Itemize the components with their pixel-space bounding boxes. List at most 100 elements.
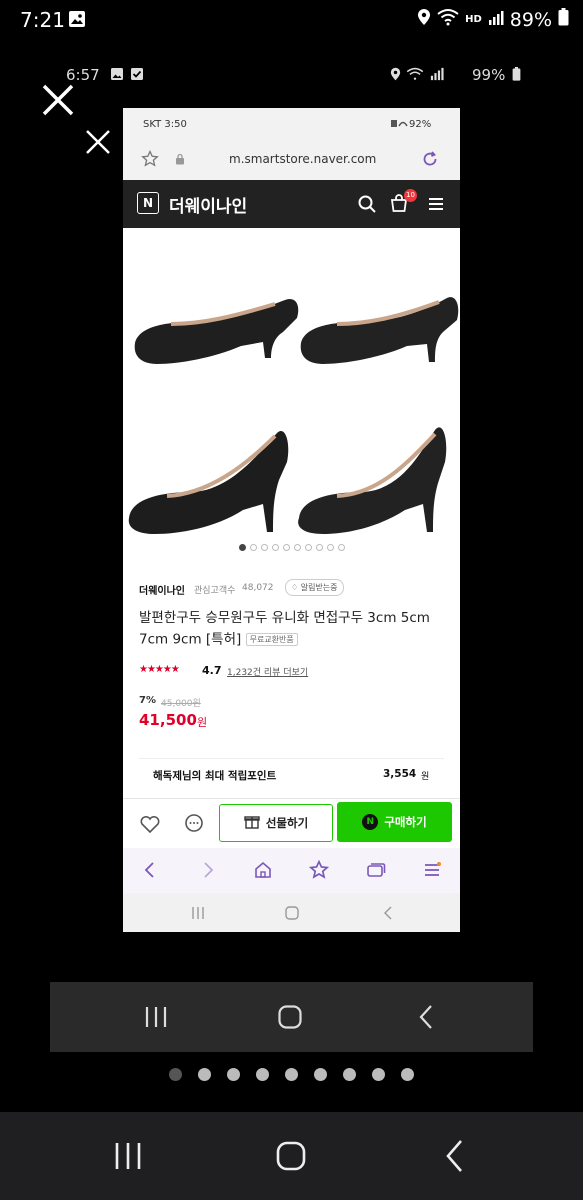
naver-pay-icon: N (362, 814, 379, 830)
gift-button[interactable]: 선물하기 (219, 804, 333, 842)
carousel-dot[interactable] (282, 544, 290, 551)
gift-button-label: 선물하기 (265, 816, 309, 830)
point-unit: 원 (421, 772, 430, 782)
back-icon[interactable] (418, 1004, 434, 1034)
home-icon[interactable] (254, 861, 272, 883)
location-icon (390, 67, 401, 85)
product-image[interactable] (123, 228, 460, 543)
status-right: HD 89% (417, 8, 569, 31)
recent-apps-icon[interactable] (114, 1141, 142, 1175)
rating-stars: ★★★★★ (139, 664, 180, 675)
browser-url-bar[interactable]: m.smartstore.naver.com (123, 140, 460, 181)
page-dot[interactable] (343, 1068, 356, 1081)
signal-icon (391, 117, 411, 132)
buy-button-label: 구매하기 (384, 815, 427, 829)
carousel-dot[interactable] (238, 544, 246, 551)
signal-icon (488, 9, 504, 31)
store-title[interactable]: 더웨이나인 (169, 192, 247, 217)
page-dot[interactable] (256, 1068, 269, 1081)
close-icon-secondary[interactable] (84, 128, 112, 160)
inner-status-time: 6:57 (66, 66, 100, 84)
browser-menu-icon[interactable] (423, 862, 441, 882)
inner-status-bar: 6:57 99% (60, 64, 530, 88)
product-title: 발편한구두 승무원구두 유니화 면접구두 3cm 5cm 7cm 9cm [특허… (139, 608, 444, 651)
carousel-dot[interactable] (249, 544, 257, 551)
free-return-badge: 무료교환반품 (245, 633, 298, 646)
inner-battery-percent: 99% (472, 66, 506, 84)
point-value: 3,554 (383, 768, 417, 780)
page-dot[interactable] (314, 1068, 327, 1081)
page-dot[interactable] (227, 1068, 240, 1081)
preview-nav-bar (50, 982, 533, 1052)
chat-icon[interactable] (183, 813, 205, 839)
battery-icon (558, 8, 569, 31)
system-nav-bar (0, 1112, 583, 1200)
carousel-dot[interactable] (304, 544, 312, 551)
phone-system-nav (123, 893, 460, 932)
status-bar: 7:21 HD 89% (0, 0, 583, 40)
carousel-dot[interactable] (315, 544, 323, 551)
carousel-dot[interactable] (260, 544, 268, 551)
bookmark-star-icon[interactable] (308, 859, 330, 884)
home-button-icon[interactable] (278, 1005, 302, 1033)
heart-icon[interactable] (139, 814, 161, 838)
interest-count: 48,072 (242, 583, 274, 593)
checkbox-icon (130, 67, 144, 85)
home-button-icon[interactable] (285, 905, 299, 924)
store-logo[interactable]: N (137, 192, 159, 214)
action-bar: 선물하기 N 구매하기 (123, 798, 460, 849)
phone-screenshot[interactable]: SKT 3:50 92% m.smartstore.naver.com N 더웨… (123, 108, 460, 932)
phone-status-bar: SKT 3:50 92% (123, 108, 460, 140)
back-icon[interactable] (383, 905, 393, 924)
page-dot[interactable] (169, 1068, 182, 1081)
back-icon[interactable] (444, 1139, 464, 1177)
alarm-button[interactable]: ♢ 알림받는중 (285, 579, 344, 596)
phone-carrier-time: SKT 3:50 (143, 119, 187, 130)
star-icon[interactable] (141, 149, 159, 171)
search-icon[interactable] (357, 194, 377, 218)
gift-icon (244, 813, 260, 833)
location-icon (417, 8, 431, 31)
image-carousel-dots[interactable] (123, 544, 460, 558)
tabs-icon[interactable] (366, 861, 386, 883)
battery-icon (512, 67, 521, 85)
store-name[interactable]: 더웨이나인 (139, 582, 185, 597)
page-dot[interactable] (198, 1068, 211, 1081)
carousel-dot[interactable] (271, 544, 279, 551)
carousel-dot[interactable] (337, 544, 345, 551)
interest-label: 관심고객수 (194, 586, 236, 596)
point-label: 해독제님의 최대 적립포인트 (153, 770, 277, 782)
forward-arrow-icon[interactable] (201, 861, 215, 883)
carousel-dot[interactable] (326, 544, 334, 551)
gallery-icon (68, 10, 86, 32)
review-link[interactable]: 1,232건 리뷰 더보기 (227, 665, 308, 678)
hd-voice-label: HD (465, 13, 482, 25)
carousel-dot[interactable] (293, 544, 301, 551)
close-icon[interactable] (40, 82, 76, 122)
site-header: N 더웨이나인 10 (123, 180, 460, 228)
alarm-label: 알림받는중 (300, 583, 338, 592)
page-dot[interactable] (372, 1068, 385, 1081)
page-indicator-dots[interactable] (0, 1068, 583, 1084)
url-text[interactable]: m.smartstore.naver.com (229, 152, 376, 166)
home-button-icon[interactable] (276, 1141, 306, 1175)
refresh-icon[interactable] (421, 150, 439, 171)
point-row: 해독제님의 최대 적립포인트 3,554 원 (139, 758, 444, 791)
sale-price-unit: 원 (197, 716, 208, 729)
recent-apps-icon[interactable] (191, 905, 205, 924)
discount-rate: 7% (139, 695, 156, 706)
rating-value: 4.7 (202, 664, 222, 677)
lock-icon (175, 153, 185, 168)
gallery-icon (110, 67, 124, 85)
buy-button[interactable]: N 구매하기 (337, 802, 452, 842)
recent-apps-icon[interactable] (144, 1005, 168, 1033)
browser-nav-bar (123, 848, 460, 893)
back-arrow-icon[interactable] (143, 861, 157, 883)
phone-battery: 92% (409, 119, 432, 130)
page-dot[interactable] (285, 1068, 298, 1081)
page-dot[interactable] (401, 1068, 414, 1081)
battery-percent: 89% (509, 8, 552, 31)
menu-icon[interactable] (427, 195, 445, 217)
signal-icon (430, 67, 444, 85)
status-time: 7:21 (20, 8, 65, 32)
